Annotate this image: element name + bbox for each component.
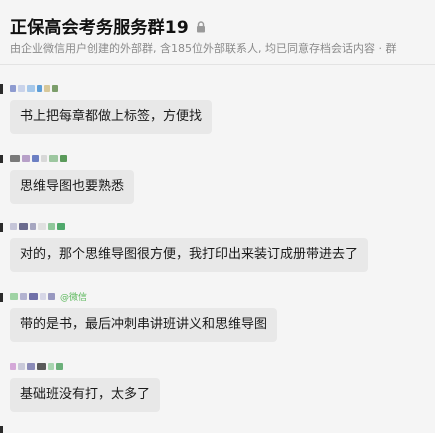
redacted-mark <box>27 362 35 370</box>
message-bubble[interactable]: 对的，那个思维导图很方便，我打印出来装订成册带进去了 <box>10 238 369 272</box>
redacted-mark <box>30 222 36 230</box>
redacted-mark <box>19 222 28 230</box>
redacted-mark <box>29 292 38 300</box>
redacted-mark <box>56 362 63 370</box>
message-item: 书上把每章都做上标签，方便找 <box>10 82 213 134</box>
avatar-edge <box>0 155 3 163</box>
redacted-mark <box>10 222 17 230</box>
avatar-edge <box>0 293 3 302</box>
redacted-mark <box>32 154 39 162</box>
sender-name-redacted <box>10 360 160 372</box>
redacted-mark <box>38 222 46 230</box>
redacted-mark <box>48 222 55 230</box>
lock-icon <box>196 20 206 33</box>
sender-name-redacted <box>10 152 134 164</box>
redacted-mark <box>44 84 50 92</box>
chat-title[interactable]: 正保高会考务服务群19 <box>10 13 189 38</box>
message-bubble[interactable]: 思维导图也要熟悉 <box>10 170 135 204</box>
message-item: 对的，那个思维导图很方便，我打印出来装订成册带进去了 <box>10 220 369 272</box>
redacted-mark <box>10 84 16 92</box>
redacted-mark <box>41 154 47 162</box>
avatar-edge <box>0 84 3 94</box>
chat-header: 正保高会考务服务群19 由企业微信用户创建的外部群, 含185位外部联系人, 均… <box>0 0 435 65</box>
redacted-mark <box>52 84 58 92</box>
wechat-tag: @微信 <box>60 292 88 303</box>
redacted-mark <box>49 154 58 162</box>
redacted-mark <box>37 84 42 92</box>
redacted-mark <box>10 362 16 370</box>
chat-window: 正保高会考务服务群19 由企业微信用户创建的外部群, 含185位外部联系人, 均… <box>0 0 435 433</box>
message-bubble[interactable]: 基础班没有打，太多了 <box>10 378 161 412</box>
redacted-mark <box>18 84 25 92</box>
message-item: @微信 带的是书，最后冲刺串讲班讲义和思维导图 <box>10 290 278 342</box>
redacted-mark <box>48 362 54 370</box>
redacted-mark <box>48 292 55 300</box>
redacted-mark <box>10 292 18 300</box>
redacted-mark <box>22 154 30 162</box>
sender-name-redacted <box>10 220 368 232</box>
redacted-mark <box>37 362 46 370</box>
redacted-mark <box>57 222 65 230</box>
redacted-mark <box>18 362 25 370</box>
redacted-mark <box>20 292 27 300</box>
sender-name-redacted <box>10 82 212 94</box>
avatar-edge <box>0 426 3 433</box>
group-subtitle: 由企业微信用户创建的外部群, 含185位外部联系人, 均已同意存档会话内容 · … <box>10 42 397 55</box>
redacted-mark <box>10 154 20 162</box>
message-bubble[interactable]: 书上把每章都做上标签，方便找 <box>10 100 213 134</box>
message-bubble[interactable]: 带的是书，最后冲刺串讲班讲义和思维导图 <box>10 308 278 342</box>
message-item: 思维导图也要熟悉 <box>10 152 135 204</box>
message-item: 基础班没有打，太多了 <box>10 360 161 412</box>
redacted-mark <box>60 154 67 162</box>
redacted-mark <box>40 292 46 300</box>
avatar-edge <box>0 223 3 232</box>
sender-name-redacted: @微信 <box>10 290 277 303</box>
title-row: 正保高会考务服务群19 <box>10 13 206 38</box>
redacted-mark <box>27 84 35 92</box>
